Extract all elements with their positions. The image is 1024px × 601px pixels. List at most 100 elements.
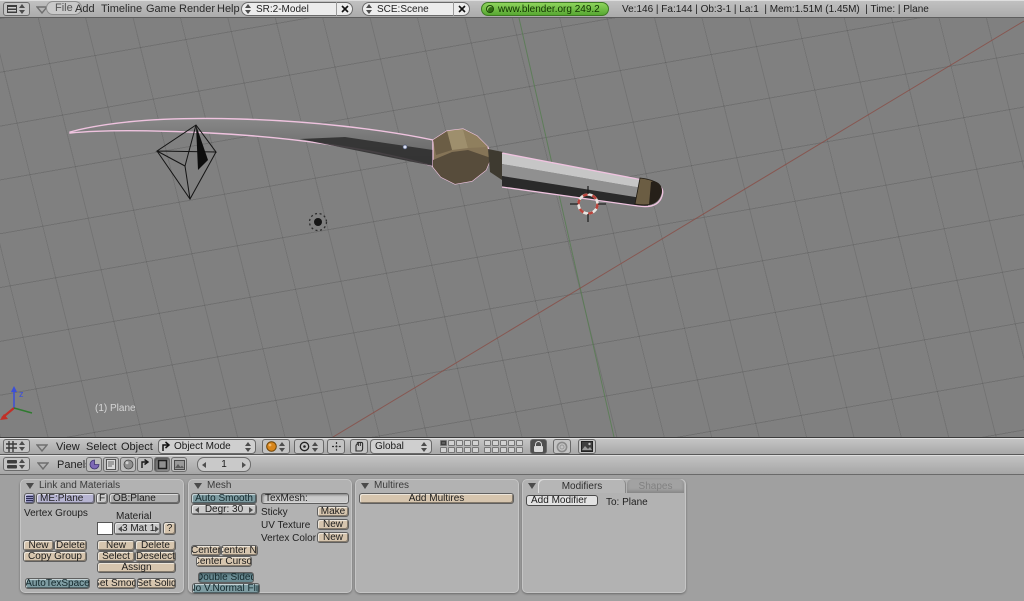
material-new-button[interactable]: New: [97, 540, 135, 551]
logic-context-button[interactable]: [86, 457, 102, 472]
layer-20[interactable]: [516, 447, 523, 453]
scene-close-icon[interactable]: [453, 2, 469, 16]
set-smooth-button[interactable]: Set Smoot: [97, 578, 136, 589]
increment-arrow-icon[interactable]: [155, 526, 159, 532]
autotexspace-button[interactable]: AutoTexSpace: [25, 578, 90, 589]
layer-7[interactable]: [492, 440, 499, 446]
panel-header[interactable]: Multires: [355, 479, 519, 492]
vgroup-new-button[interactable]: New: [23, 540, 54, 551]
shading-context-button[interactable]: [120, 457, 136, 472]
add-modifier-button[interactable]: Add Modifier: [526, 495, 598, 506]
screen-close-icon[interactable]: [336, 2, 352, 16]
degrees-field[interactable]: Degr: 30: [191, 504, 257, 515]
decrement-arrow-icon[interactable]: [202, 462, 206, 468]
select-button[interactable]: Select: [97, 551, 135, 562]
proportional-edit-button[interactable]: [553, 439, 571, 454]
material-index-field[interactable]: 3 Mat 1: [114, 522, 161, 535]
object-context-button[interactable]: [137, 457, 153, 472]
layer-14[interactable]: [464, 447, 471, 453]
panel-collapse-icon[interactable]: [361, 483, 369, 489]
window-type-button[interactable]: [3, 2, 30, 16]
panel-header[interactable]: Mesh: [188, 479, 352, 492]
layer-17[interactable]: [492, 447, 499, 453]
layer-8[interactable]: [500, 440, 507, 446]
decrement-arrow-icon[interactable]: [195, 507, 199, 513]
menu-add[interactable]: Add: [75, 3, 95, 15]
layer-3[interactable]: [456, 440, 463, 446]
panel-collapse-icon[interactable]: [528, 483, 536, 489]
mesh-browse-button[interactable]: [24, 493, 35, 504]
material-color-swatch[interactable]: [97, 522, 113, 535]
pivot-dropdown[interactable]: [294, 439, 324, 454]
assign-button[interactable]: Assign: [97, 562, 176, 573]
scene-context-button[interactable]: [171, 457, 187, 472]
layer-buttons-group-2[interactable]: [484, 440, 523, 453]
layer-5[interactable]: [472, 440, 479, 446]
editing-context-button[interactable]: [154, 457, 170, 472]
menu-timeline[interactable]: Timeline: [101, 3, 142, 15]
panel-collapse-icon[interactable]: [26, 483, 34, 489]
copy-group-button[interactable]: Copy Group: [23, 551, 87, 562]
material-delete-button[interactable]: Delete: [135, 540, 176, 551]
deselect-button[interactable]: Deselect: [135, 551, 176, 562]
sticky-make-button[interactable]: Make: [317, 506, 349, 517]
center-button[interactable]: Center: [191, 545, 221, 556]
viewport-window-type-button[interactable]: [3, 439, 30, 453]
menu-view[interactable]: View: [56, 441, 80, 453]
menu-render[interactable]: Render: [179, 3, 215, 15]
menu-object[interactable]: Object: [121, 441, 153, 453]
panel-header[interactable]: Link and Materials: [20, 479, 184, 492]
menu-select[interactable]: Select: [86, 441, 117, 453]
lock-layers-button[interactable]: [530, 439, 547, 454]
collapse-triangle-icon[interactable]: [37, 462, 49, 470]
panel-collapse-icon[interactable]: [194, 483, 202, 489]
orientation-dropdown[interactable]: Global: [370, 439, 432, 454]
lamp-object[interactable]: [310, 214, 327, 231]
draw-type-dropdown[interactable]: [262, 439, 290, 454]
center-cursor-button[interactable]: Center Cursor: [196, 556, 252, 567]
layer-11[interactable]: [440, 447, 447, 453]
double-sided-button[interactable]: Double Sided: [198, 572, 254, 583]
hand-button[interactable]: [350, 439, 368, 454]
vgroup-delete-button[interactable]: Delete: [54, 540, 87, 551]
fake-user-button[interactable]: F: [96, 493, 108, 504]
layer-10[interactable]: [516, 440, 523, 446]
3d-viewport[interactable]: z (1) Plane: [0, 18, 1024, 437]
frame-number-field[interactable]: 1: [197, 457, 251, 472]
auto-smooth-button[interactable]: Auto Smooth: [191, 493, 257, 504]
increment-arrow-icon[interactable]: [249, 507, 253, 513]
increment-arrow-icon[interactable]: [242, 462, 246, 468]
layer-2[interactable]: [448, 440, 455, 446]
vertex-color-new-button[interactable]: New: [317, 532, 349, 543]
add-multires-button[interactable]: Add Multires: [359, 493, 514, 504]
layer-buttons-group-1[interactable]: [440, 440, 479, 453]
set-solid-button[interactable]: Set Solid: [137, 578, 176, 589]
layer-13[interactable]: [456, 447, 463, 453]
center-new-button[interactable]: Center Ne: [221, 545, 258, 556]
mode-dropdown[interactable]: Object Mode: [158, 439, 256, 454]
material-help-button[interactable]: ?: [163, 522, 176, 535]
layer-15[interactable]: [472, 447, 479, 453]
weapon-object[interactable]: [70, 119, 663, 207]
layer-18[interactable]: [500, 447, 507, 453]
blender-version-link[interactable]: www.blender.org 249.2: [481, 2, 609, 16]
script-context-button[interactable]: [103, 457, 119, 472]
texmesh-field[interactable]: TexMesh:: [261, 493, 349, 504]
menu-game[interactable]: Game: [146, 3, 176, 15]
no-vnormal-flip-button[interactable]: No V.Normal Flip: [192, 583, 260, 594]
layer-6[interactable]: [484, 440, 491, 446]
layer-19[interactable]: [508, 447, 515, 453]
manipulator-toggle-button[interactable]: [327, 439, 345, 454]
collapse-triangle-icon[interactable]: [36, 444, 48, 452]
layer-9[interactable]: [508, 440, 515, 446]
buttons-window-type-button[interactable]: [3, 457, 30, 471]
object-name-field[interactable]: OB:Plane: [109, 493, 180, 504]
uv-texture-new-button[interactable]: New: [317, 519, 349, 530]
layer-1[interactable]: [440, 440, 447, 446]
scene-browse-icon[interactable]: [365, 3, 374, 15]
layer-12[interactable]: [448, 447, 455, 453]
mesh-name-field[interactable]: ME:Plane: [36, 493, 95, 504]
render-preview-button[interactable]: [578, 439, 596, 454]
scene-name-field[interactable]: SCE:Scene: [374, 4, 453, 15]
layer-4[interactable]: [464, 440, 471, 446]
